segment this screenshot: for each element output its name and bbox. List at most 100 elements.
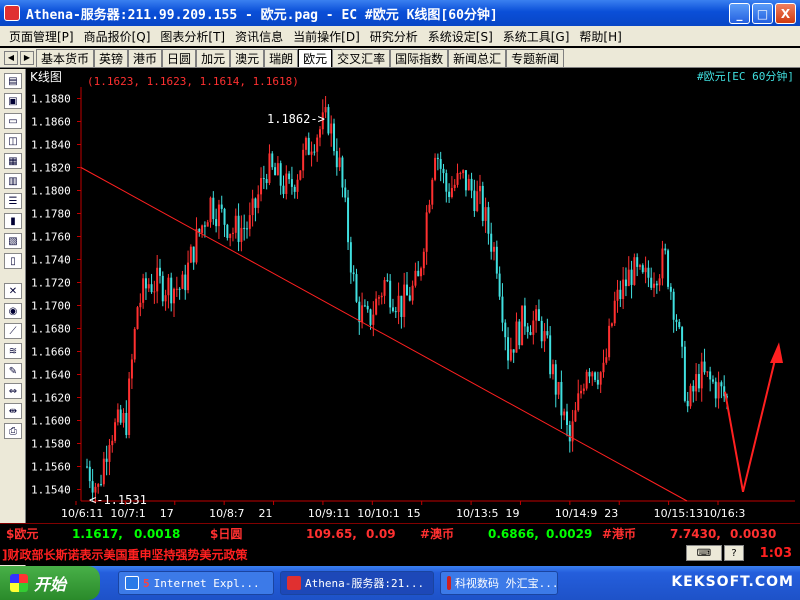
- candle-body: [403, 284, 406, 317]
- fibo-icon[interactable]: ≋: [4, 343, 22, 359]
- tab-gbp[interactable]: 英镑: [94, 48, 129, 67]
- candle-body: [133, 328, 136, 360]
- zoom-out-icon[interactable]: ⇹: [4, 403, 22, 419]
- candle-body: [105, 458, 108, 462]
- task-internet-explorer[interactable]: 5 Internet Expl...: [118, 571, 274, 595]
- maximize-button[interactable]: □: [752, 3, 773, 24]
- tab-eur[interactable]: 欧元: [298, 48, 333, 67]
- projection-path: [724, 351, 778, 493]
- tab-topics[interactable]: 专题新闻: [506, 48, 565, 67]
- task-kesoft[interactable]: 科视数码 外汇宝...: [440, 571, 559, 595]
- report-icon[interactable]: ▧: [4, 233, 22, 249]
- new-page-icon[interactable]: ▤: [4, 73, 22, 89]
- tab-aud[interactable]: 澳元: [230, 48, 265, 67]
- candle-body: [102, 458, 105, 485]
- menu-info[interactable]: 资讯信息: [230, 28, 288, 45]
- tab-cad[interactable]: 加元: [196, 48, 231, 67]
- candle-body: [363, 305, 366, 307]
- tab-chf[interactable]: 瑞朗: [264, 48, 299, 67]
- candle-body: [574, 410, 577, 422]
- menu-settings[interactable]: 系统设定[S]: [423, 28, 498, 45]
- candle-body: [231, 232, 234, 234]
- candle-body: [487, 207, 490, 234]
- candle-body: [156, 267, 159, 292]
- candle-body: [566, 411, 568, 425]
- start-button[interactable]: 开始: [0, 566, 100, 600]
- bar-chart-icon[interactable]: ▮: [4, 213, 22, 229]
- tab-next-button[interactable]: ▶: [20, 50, 34, 65]
- chart-icon[interactable]: ▥: [4, 173, 22, 189]
- print-icon[interactable]: ⎙: [4, 423, 22, 439]
- menu-help[interactable]: 帮助[H]: [574, 28, 626, 45]
- menu-research[interactable]: 研究分析: [365, 28, 423, 45]
- candle-body: [411, 285, 414, 301]
- candle-body: [173, 288, 176, 304]
- candle-body: [299, 170, 302, 180]
- candle-body: [504, 322, 507, 338]
- menu-tools[interactable]: 系统工具[G]: [498, 28, 575, 45]
- quote-name-eur[interactable]: $欧元: [6, 525, 72, 542]
- candle-body: [498, 273, 501, 297]
- minimize-button[interactable]: _: [729, 3, 750, 24]
- candle-body: [428, 204, 431, 213]
- candle-body: [276, 163, 279, 176]
- quote-name-jpy[interactable]: $日圆: [210, 525, 306, 542]
- title-bar: Athena-服务器:211.99.209.155 - 欧元.pag - EC …: [0, 0, 800, 26]
- candle-body: [400, 295, 403, 317]
- candle-body: [549, 335, 552, 375]
- watermark-logo: KEKSOFT.COM: [671, 574, 794, 590]
- task-athena[interactable]: Athena-服务器:21...: [280, 571, 434, 595]
- candle-body: [588, 371, 591, 377]
- kline-chart[interactable]: K线图 (1.1623, 1.1623, 1.1614, 1.1618) #欧元…: [27, 69, 800, 523]
- candle-body: [310, 151, 313, 155]
- candle-body: [246, 228, 248, 230]
- trend-icon[interactable]: ⟋: [4, 323, 22, 339]
- quote-name-hkd[interactable]: #港币: [602, 525, 670, 542]
- tab-news[interactable]: 新闻总汇: [448, 48, 507, 67]
- open-icon[interactable]: ▣: [4, 93, 22, 109]
- quote-name-aud[interactable]: #澳币: [420, 525, 488, 542]
- candle-body: [456, 173, 459, 185]
- candle-body: [383, 280, 386, 296]
- candle-body: [667, 250, 670, 287]
- calendar-icon[interactable]: ▦: [4, 153, 22, 169]
- candle-body: [318, 129, 321, 138]
- tab-prev-button[interactable]: ◀: [4, 50, 18, 65]
- list-icon[interactable]: ☰: [4, 193, 22, 209]
- menu-chart-analysis[interactable]: 图表分析[T]: [155, 28, 230, 45]
- quote-change-aud: 0.0029: [546, 526, 593, 541]
- help-button[interactable]: ?: [724, 545, 744, 561]
- menu-current-op[interactable]: 当前操作[D]: [288, 28, 365, 45]
- tab-cross-rates[interactable]: 交叉汇率: [332, 48, 391, 67]
- tab-hkd[interactable]: 港币: [128, 48, 163, 67]
- menu-bar: 页面管理[P] 商品报价[Q] 图表分析[T] 资讯信息 当前操作[D] 研究分…: [0, 26, 800, 46]
- menu-page-manage[interactable]: 页面管理[P]: [4, 28, 79, 45]
- chart-svg[interactable]: K线图 (1.1623, 1.1623, 1.1614, 1.1618) #欧元…: [27, 69, 800, 523]
- candle-body: [585, 371, 588, 389]
- tab-base-currency[interactable]: 基本货币: [36, 48, 95, 67]
- candle-body: [352, 272, 355, 275]
- pen-icon[interactable]: ✎: [4, 363, 22, 379]
- news-ticker[interactable]: ]财政部长斯诺表示美国重申坚持强势美元政策: [0, 546, 248, 563]
- crosshair-icon[interactable]: ✕: [4, 283, 22, 299]
- candle-body: [622, 279, 625, 300]
- quote-price-jpy: 109.65,: [306, 526, 357, 541]
- candle-body: [501, 296, 504, 323]
- tab-intl-index[interactable]: 国际指数: [390, 48, 449, 67]
- quote-icon[interactable]: ◫: [4, 133, 22, 149]
- keyboard-button[interactable]: ⌨: [686, 545, 722, 561]
- y-tick-label: 1.1800: [31, 185, 71, 198]
- window-icon[interactable]: ▭: [4, 113, 22, 129]
- menu-quotes[interactable]: 商品报价[Q]: [79, 28, 156, 45]
- candle-body: [526, 326, 529, 333]
- candle-body: [86, 466, 88, 468]
- close-button[interactable]: X: [775, 3, 796, 24]
- zoom-in-icon[interactable]: ⇔: [4, 383, 22, 399]
- tab-jpy[interactable]: 日圆: [162, 48, 197, 67]
- candle-body: [142, 278, 145, 303]
- candle-body: [349, 242, 352, 273]
- candle-body: [448, 191, 451, 198]
- battery-icon[interactable]: ▯: [4, 253, 22, 269]
- candle-body: [512, 349, 515, 353]
- binoculars-icon[interactable]: ◉: [4, 303, 22, 319]
